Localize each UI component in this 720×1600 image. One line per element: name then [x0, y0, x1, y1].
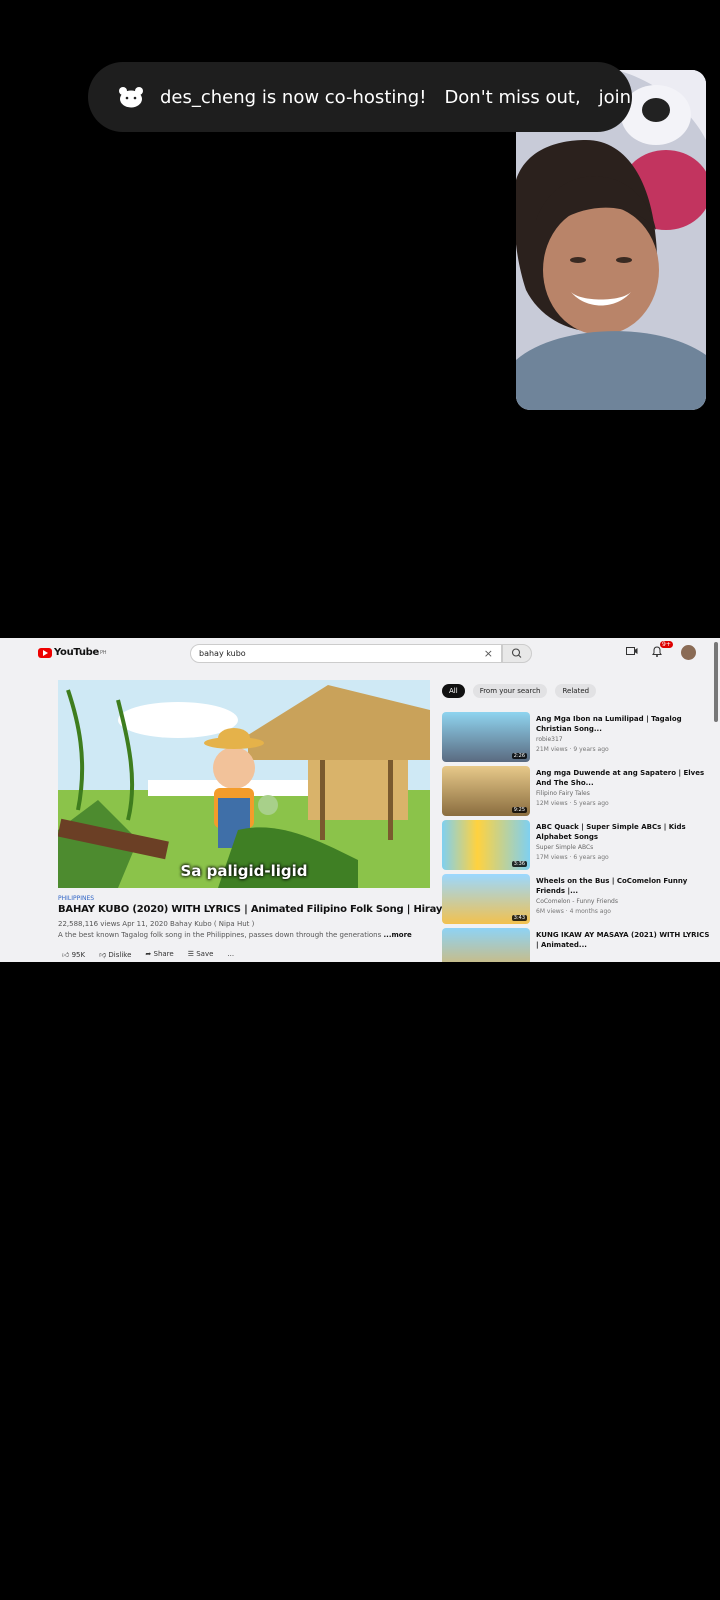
- youtube-header: YouTube PH bahay kubo × 9+: [0, 638, 720, 722]
- toast-message: des_cheng is now co-hosting! Don't miss o…: [160, 86, 632, 108]
- clear-search-icon[interactable]: ×: [484, 647, 493, 660]
- description-snippet: A the best known Tagalog folk song in th…: [58, 931, 382, 939]
- video-title: BAHAY KUBO (2020) WITH LYRICS | Animated…: [58, 904, 467, 915]
- video-description[interactable]: A the best known Tagalog folk song in th…: [58, 931, 412, 939]
- video-stats: 22,588,116 views Apr 11, 2020 Bahay Kubo…: [58, 920, 254, 928]
- chip-all[interactable]: All: [442, 684, 465, 698]
- region-label: PH: [100, 649, 107, 656]
- logo-text: YouTube: [54, 647, 99, 658]
- bear-icon: [118, 86, 144, 108]
- related-filter-chips: All From your search Related: [442, 684, 597, 698]
- notifications-bell-icon[interactable]: [652, 646, 662, 660]
- related-thumbnail: 3:43: [442, 874, 530, 924]
- related-thumbnail: 2:26: [442, 712, 530, 762]
- video-frame-illustration: [58, 680, 430, 888]
- related-thumbnail: [442, 928, 530, 962]
- related-title: ABC Quack | Super Simple ABCs | Kids Alp…: [536, 823, 686, 841]
- search-icon: [511, 648, 522, 658]
- related-views: 12M views · 5 years ago: [536, 800, 609, 807]
- account-avatar[interactable]: [681, 645, 696, 660]
- dislike-button[interactable]: 👎︎ Dislike: [99, 950, 131, 959]
- like-count: 95K: [71, 951, 86, 959]
- share-label: Share: [153, 950, 174, 958]
- youtube-screen-share: YouTube PH bahay kubo × 9+ Sa paligid-li…: [0, 638, 720, 962]
- related-views: 21M views · 9 years ago: [536, 746, 609, 753]
- related-channel: robie317: [536, 736, 563, 743]
- related-channel: CoComelon - Funny Friends: [536, 898, 618, 905]
- search-input[interactable]: bahay kubo ×: [190, 644, 502, 663]
- page-scrollbar[interactable]: [714, 642, 718, 722]
- video-tagline[interactable]: PHILIPPINES: [58, 895, 94, 902]
- related-title: Ang mga Duwende at ang Sapatero | Elves …: [536, 769, 705, 787]
- thumbs-down-icon: 👎︎: [99, 951, 107, 959]
- related-video[interactable]: 2:26 Ang Mga Ibon na Lumilipad | Tagalog…: [442, 712, 712, 762]
- views-and-date: 22,588,116 views Apr 11, 2020 Bahay Kubo…: [58, 920, 255, 928]
- notification-badge: 9+: [660, 641, 673, 648]
- chip-related[interactable]: Related: [555, 684, 597, 698]
- related-views: 6M views · 4 months ago: [536, 908, 611, 915]
- related-views: 17M views · 6 years ago: [536, 854, 609, 861]
- related-title: KUNG IKAW AY MASAYA (2021) WITH LYRICS |…: [536, 931, 710, 949]
- related-video[interactable]: KUNG IKAW AY MASAYA (2021) WITH LYRICS |…: [442, 928, 712, 962]
- save-label: Save: [196, 950, 214, 958]
- more-link[interactable]: ...more: [384, 931, 412, 939]
- youtube-logo[interactable]: YouTube PH: [38, 647, 106, 658]
- related-title: Wheels on the Bus | CoComelon Funny Frie…: [536, 877, 688, 895]
- related-thumbnail: 3:36: [442, 820, 530, 870]
- playlist-add-icon: ☰: [187, 950, 194, 958]
- duration-badge: 9:25: [511, 807, 527, 813]
- duration-badge: 2:26: [511, 753, 527, 759]
- duration-badge: 3:36: [511, 861, 527, 867]
- dislike-label: Dislike: [108, 951, 132, 959]
- video-lyric-caption: Sa paligid-ligid: [180, 862, 308, 880]
- related-channel: Filipino Fairy Tales: [536, 790, 590, 797]
- video-actions: 👍︎ 95K 👎︎ Dislike ➦ Share ☰ Save ...: [62, 950, 234, 959]
- create-video-icon[interactable]: [626, 646, 638, 659]
- youtube-play-icon: [38, 647, 52, 658]
- share-button[interactable]: ➦ Share: [145, 950, 173, 959]
- chip-from-your-search[interactable]: From your search: [472, 684, 548, 698]
- search-button[interactable]: [502, 644, 532, 663]
- related-video[interactable]: 9:25 Ang mga Duwende at ang Sapatero | E…: [442, 766, 712, 816]
- related-video[interactable]: 3:43 Wheels on the Bus | CoComelon Funny…: [442, 874, 712, 924]
- save-button[interactable]: ☰ Save: [188, 950, 214, 959]
- related-channel: Super Simple ABCs: [536, 844, 594, 851]
- share-icon: ➦: [145, 950, 152, 958]
- related-thumbnail: 9:25: [442, 766, 530, 816]
- like-button[interactable]: 👍︎ 95K: [62, 950, 85, 959]
- duration-badge: 3:43: [511, 915, 527, 921]
- related-title: Ang Mga Ibon na Lumilipad | Tagalog Chri…: [536, 715, 682, 733]
- search-value: bahay kubo: [199, 649, 246, 658]
- video-player[interactable]: Sa paligid-ligid: [58, 680, 430, 888]
- thumbs-up-icon: 👍︎: [62, 951, 70, 959]
- related-video[interactable]: 3:36 ABC Quack | Super Simple ABCs | Kid…: [442, 820, 712, 870]
- cohost-toast[interactable]: des_cheng is now co-hosting! Don't miss o…: [88, 62, 632, 132]
- more-actions-button[interactable]: ...: [227, 950, 234, 959]
